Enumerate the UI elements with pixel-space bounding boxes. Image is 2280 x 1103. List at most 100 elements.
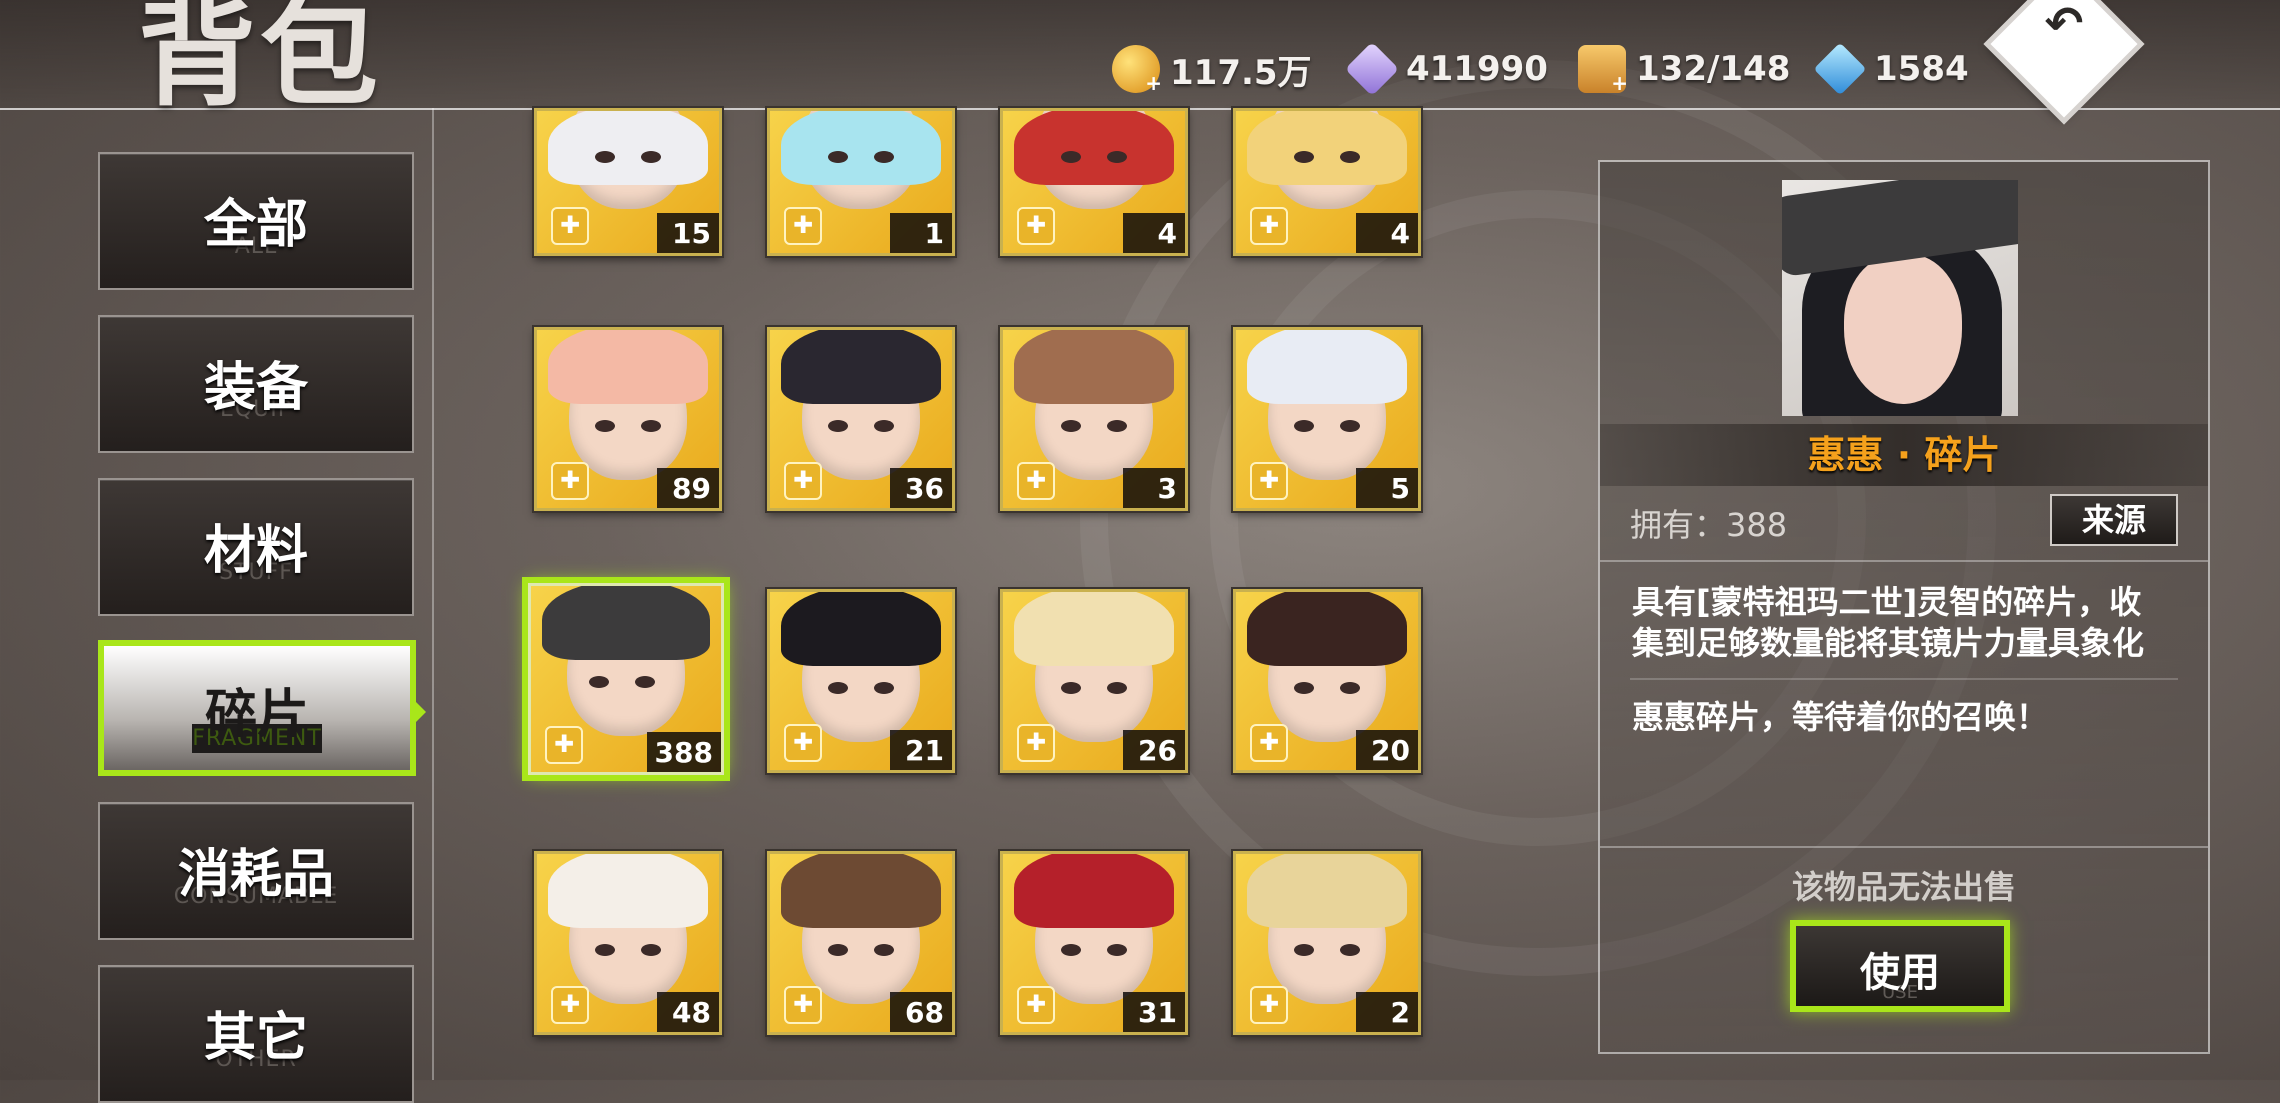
fragment-count: 20: [1356, 730, 1418, 770]
category-consumable[interactable]: 消耗品 CONSUMABLE: [98, 802, 414, 940]
character-eye: [828, 420, 848, 432]
character-hair: [1246, 111, 1408, 185]
detail-panel: 惠惠 · 碎片 拥有：388 来源 具有[蒙特祖玛二世]灵智的碎片，收 集到足够…: [1598, 160, 2210, 1054]
character-eye: [595, 944, 615, 956]
chest-capacity-icon: +: [1578, 45, 1628, 95]
item-name-bar: 惠惠 · 碎片: [1600, 424, 2208, 486]
fragment-count: 1: [890, 213, 952, 253]
fragment-item[interactable]: ✚ 36: [767, 327, 955, 511]
fragment-item[interactable]: ✚ 4: [1000, 108, 1188, 256]
puzzle-fragment-icon: ✚: [545, 726, 583, 764]
description-line: 集到足够数量能将其镜片力量具象化: [1632, 624, 2145, 662]
fragment-item[interactable]: ✚ 89: [534, 327, 722, 511]
fragment-item[interactable]: ✚ 4: [1233, 108, 1421, 256]
category-fragment[interactable]: 碎片 FRAGMENT: [98, 640, 416, 776]
character-hair: [780, 592, 942, 666]
fragment-count: 388: [646, 732, 721, 772]
puzzle-fragment-icon: ✚: [1017, 462, 1055, 500]
character-hair: [1246, 592, 1408, 666]
owned-count: 拥有：388: [1630, 506, 1788, 544]
character-eye: [1107, 151, 1127, 163]
diamond-icon: [1813, 42, 1867, 96]
category-all[interactable]: 全部 ALL: [98, 152, 414, 290]
fragment-item[interactable]: ✚ 31: [1000, 851, 1188, 1035]
puzzle-fragment-icon: ✚: [1250, 207, 1288, 245]
category-other[interactable]: 其它 OTHER: [98, 965, 414, 1103]
fragment-item[interactable]: ✚ 5: [1233, 327, 1421, 511]
character-eye: [1294, 151, 1314, 163]
character-portrait: [1782, 180, 2018, 416]
source-button[interactable]: 来源: [2050, 494, 2178, 546]
character-hair: [542, 586, 710, 660]
fragment-count: 21: [890, 730, 952, 770]
character-eye: [641, 944, 661, 956]
fragment-item[interactable]: ✚ 1: [767, 108, 955, 256]
fragment-item[interactable]: ✚ 388: [528, 583, 724, 775]
sell-notice: 该物品无法出售: [1791, 868, 2016, 906]
diamond-resource[interactable]: 1584: [1813, 40, 1969, 98]
character-eye: [1294, 682, 1314, 694]
fragment-count: 36: [890, 468, 952, 508]
fragment-count: 15: [657, 213, 719, 253]
category-stuff[interactable]: 材料 STUFF: [98, 478, 414, 616]
fragment-item[interactable]: ✚ 20: [1233, 589, 1421, 773]
description-line: 具有[蒙特祖玛二世]灵智的碎片，收: [1632, 583, 2142, 621]
fragment-item[interactable]: ✚ 26: [1000, 589, 1188, 773]
fragment-item[interactable]: ✚ 2: [1233, 851, 1421, 1035]
crystal-resource[interactable]: 411990: [1344, 40, 1548, 98]
character-eye: [1061, 944, 1081, 956]
puzzle-fragment-icon: ✚: [1017, 986, 1055, 1024]
puzzle-fragment-icon: ✚: [1250, 986, 1288, 1024]
puzzle-fragment-icon: ✚: [1250, 462, 1288, 500]
fragment-count: 68: [890, 992, 952, 1032]
character-eye: [595, 151, 615, 163]
character-eye: [635, 676, 655, 688]
category-label: 碎片: [204, 685, 309, 745]
use-button[interactable]: USE 使用: [1790, 920, 2010, 1012]
character-eye: [874, 944, 894, 956]
item-flavor-text: 惠惠碎片，等待着你的召唤！: [1632, 698, 2049, 736]
character-eye: [1294, 944, 1314, 956]
divider: [1600, 560, 2208, 562]
back-arrow-icon: ↶: [2044, 0, 2084, 50]
divider: [1630, 678, 2178, 680]
character-hair: [1013, 330, 1175, 404]
fragment-count: 5: [1356, 468, 1418, 508]
character-hair: [547, 330, 709, 404]
category-equip[interactable]: 装备 EQUIP: [98, 315, 414, 453]
fragment-count: 3: [1123, 468, 1185, 508]
capacity-value: 132/148: [1636, 49, 1791, 89]
character-eye: [874, 420, 894, 432]
character-hair: [780, 111, 942, 185]
puzzle-fragment-icon: ✚: [551, 462, 589, 500]
crystal-icon: [1344, 41, 1400, 97]
back-button[interactable]: ↶: [1990, 0, 2138, 118]
category-label: 其它: [203, 1008, 308, 1068]
puzzle-fragment-icon: ✚: [784, 986, 822, 1024]
crystal-value: 411990: [1406, 49, 1548, 89]
character-eye: [589, 676, 609, 688]
fragment-item[interactable]: ✚ 15: [534, 108, 722, 256]
character-eye: [641, 420, 661, 432]
item-description: 具有[蒙特祖玛二世]灵智的碎片，收 集到足够数量能将其镜片力量具象化: [1632, 582, 2182, 664]
capacity-resource[interactable]: + 132/148: [1578, 40, 1790, 98]
category-label: 材料: [203, 521, 308, 581]
character-hair: [1246, 330, 1408, 404]
puzzle-fragment-icon: ✚: [1250, 724, 1288, 762]
divider: [1600, 846, 2208, 848]
fragment-item[interactable]: ✚ 48: [534, 851, 722, 1035]
puzzle-fragment-icon: ✚: [784, 724, 822, 762]
gold-resource[interactable]: + 117.5万: [1112, 40, 1312, 98]
puzzle-fragment-icon: ✚: [551, 986, 589, 1024]
fragment-item[interactable]: ✚ 68: [767, 851, 955, 1035]
character-eye: [874, 151, 894, 163]
fragment-item[interactable]: ✚ 3: [1000, 327, 1188, 511]
character-eye: [1340, 682, 1360, 694]
puzzle-fragment-icon: ✚: [1017, 724, 1055, 762]
use-button-label: 使用: [1860, 950, 1940, 996]
fragment-count: 89: [657, 468, 719, 508]
puzzle-fragment-icon: ✚: [1017, 207, 1055, 245]
fragment-item[interactable]: ✚ 21: [767, 589, 955, 773]
character-hair: [547, 854, 709, 928]
page-title: 背包: [138, 0, 383, 122]
